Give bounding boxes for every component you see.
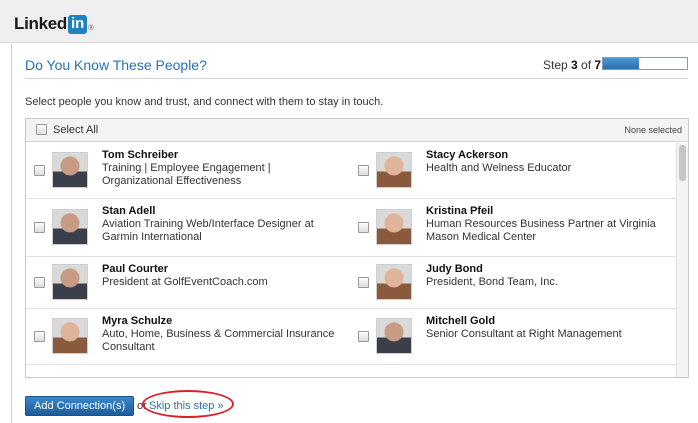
person-checkbox[interactable] bbox=[358, 277, 369, 288]
table-row: Paul Courter President at GolfEventCoach.… bbox=[26, 257, 677, 309]
logo-text: Linked bbox=[14, 14, 67, 33]
person-name[interactable]: Stacy Ackerson bbox=[426, 149, 508, 161]
person-name[interactable]: Judy Bond bbox=[426, 263, 483, 275]
linkedin-logo[interactable]: Linked in ® bbox=[14, 14, 94, 34]
top-bar: Linked in ® bbox=[0, 0, 698, 43]
avatar[interactable] bbox=[376, 152, 412, 188]
person-entry: Tom Schreiber Training | Employee Engagem… bbox=[26, 143, 346, 198]
person-checkbox[interactable] bbox=[34, 277, 45, 288]
logo-in-badge: in bbox=[68, 14, 88, 34]
step-progress-bar bbox=[602, 57, 688, 70]
avatar[interactable] bbox=[52, 264, 88, 300]
person-entry: Stan Adell Aviation Training Web/Interfac… bbox=[26, 199, 346, 256]
selection-status: None selected bbox=[624, 125, 682, 135]
person-checkbox[interactable] bbox=[34, 222, 45, 233]
person-entry: Kristina Pfeil Human Resources Business P… bbox=[350, 199, 670, 256]
person-headline: Aviation Training Web/Interface Designer… bbox=[102, 218, 314, 243]
list-scrollbar[interactable] bbox=[676, 143, 688, 377]
page-title: Do You Know These People? bbox=[25, 57, 207, 73]
step-current: 3 bbox=[571, 58, 578, 72]
person-entry: Judy Bond President, Bond Team, Inc. bbox=[350, 257, 670, 308]
person-checkbox[interactable] bbox=[358, 331, 369, 342]
person-headline: Training | Employee Engagement | Organiz… bbox=[102, 162, 271, 187]
avatar[interactable] bbox=[376, 318, 412, 354]
person-name[interactable]: Myra Schulze bbox=[102, 315, 172, 327]
step-indicator: Step 3 of 7 bbox=[543, 58, 601, 72]
person-entry: Myra Schulze Auto, Home, Business & Comme… bbox=[26, 309, 346, 364]
step-suffix: of bbox=[577, 58, 595, 72]
person-checkbox[interactable] bbox=[358, 222, 369, 233]
step-progress-fill bbox=[603, 58, 640, 69]
person-headline: President at GolfEventCoach.com bbox=[102, 276, 268, 288]
scrollbar-thumb[interactable] bbox=[679, 145, 686, 181]
table-row: Stan Adell Aviation Training Web/Interfac… bbox=[26, 199, 677, 257]
title-divider bbox=[25, 78, 688, 79]
logo-registered-mark: ® bbox=[88, 24, 94, 32]
person-entry: Stacy Ackerson Health and Welness Educato… bbox=[350, 143, 670, 198]
avatar[interactable] bbox=[52, 209, 88, 245]
table-row: Tom Schreiber Training | Employee Engagem… bbox=[26, 143, 677, 199]
person-checkbox[interactable] bbox=[34, 165, 45, 176]
avatar[interactable] bbox=[376, 264, 412, 300]
select-all-label[interactable]: Select All bbox=[53, 124, 98, 136]
add-connections-button[interactable]: Add Connection(s) bbox=[25, 396, 135, 416]
skip-step-link[interactable]: Skip this step » bbox=[149, 400, 224, 412]
person-headline: Auto, Home, Business & Commercial Insura… bbox=[102, 328, 335, 353]
or-text: or bbox=[137, 400, 147, 412]
instructions-text: Select people you know and trust, and co… bbox=[25, 96, 384, 108]
person-headline: Senior Consultant at Right Management bbox=[426, 328, 622, 340]
person-name[interactable]: Paul Courter bbox=[102, 263, 168, 275]
person-name[interactable]: Mitchell Gold bbox=[426, 315, 495, 327]
person-headline: President, Bond Team, Inc. bbox=[426, 276, 558, 288]
select-all-checkbox[interactable] bbox=[36, 124, 47, 135]
step-total: 7 bbox=[594, 58, 602, 72]
person-checkbox[interactable] bbox=[358, 165, 369, 176]
avatar[interactable] bbox=[52, 318, 88, 354]
step-prefix: Step bbox=[543, 58, 572, 72]
person-checkbox[interactable] bbox=[34, 331, 45, 342]
wizard-card: Do You Know These People? Step 3 of 7 Se… bbox=[11, 44, 698, 423]
avatar[interactable] bbox=[376, 209, 412, 245]
person-name[interactable]: Tom Schreiber bbox=[102, 149, 178, 161]
person-headline: Human Resources Business Partner at Virg… bbox=[426, 218, 656, 243]
people-rows: Tom Schreiber Training | Employee Engagem… bbox=[26, 143, 677, 365]
person-name[interactable]: Kristina Pfeil bbox=[426, 205, 493, 217]
people-list: Select All None selected Tom Schreiber Tr… bbox=[25, 118, 689, 378]
person-headline: Health and Welness Educator bbox=[426, 162, 572, 174]
person-entry: Mitchell Gold Senior Consultant at Right … bbox=[350, 309, 670, 364]
person-entry: Paul Courter President at GolfEventCoach.… bbox=[26, 257, 346, 308]
avatar[interactable] bbox=[52, 152, 88, 188]
table-row: Myra Schulze Auto, Home, Business & Comme… bbox=[26, 309, 677, 365]
person-name[interactable]: Stan Adell bbox=[102, 205, 155, 217]
list-header: Select All None selected bbox=[26, 119, 688, 142]
